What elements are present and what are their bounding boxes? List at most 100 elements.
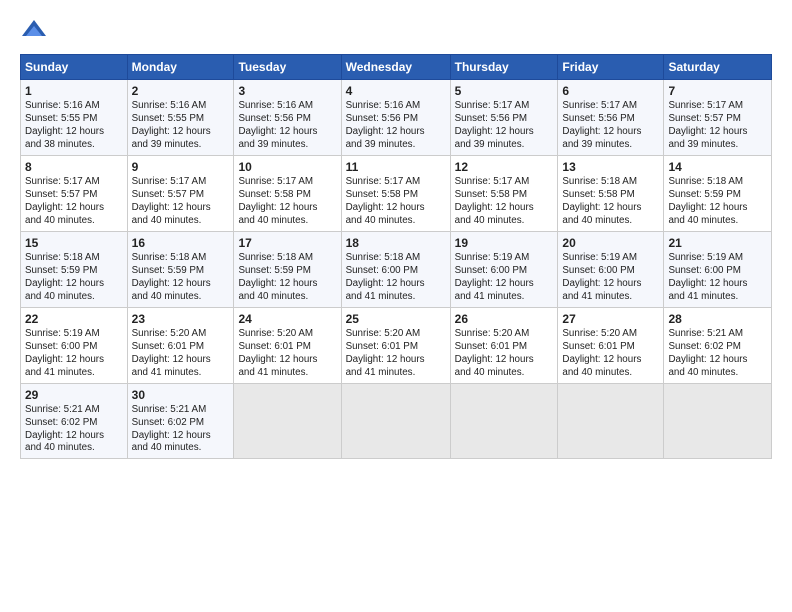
day-info: Sunrise: 5:16 AM Sunset: 5:55 PM Dayligh… (132, 100, 230, 152)
table-row: 30Sunrise: 5:21 AM Sunset: 6:02 PM Dayli… (127, 383, 234, 459)
col-sunday: Sunday (21, 55, 128, 80)
table-row: 16Sunrise: 5:18 AM Sunset: 5:59 PM Dayli… (127, 231, 234, 307)
day-number: 10 (238, 159, 336, 175)
day-number: 1 (25, 83, 123, 99)
calendar-header-row: Sunday Monday Tuesday Wednesday Thursday… (21, 55, 772, 80)
col-thursday: Thursday (450, 55, 558, 80)
day-info: Sunrise: 5:17 AM Sunset: 5:58 PM Dayligh… (455, 176, 554, 228)
day-info: Sunrise: 5:18 AM Sunset: 6:00 PM Dayligh… (346, 252, 446, 304)
table-row: 15Sunrise: 5:18 AM Sunset: 5:59 PM Dayli… (21, 231, 128, 307)
day-info: Sunrise: 5:17 AM Sunset: 5:56 PM Dayligh… (455, 100, 554, 152)
table-row: 22Sunrise: 5:19 AM Sunset: 6:00 PM Dayli… (21, 307, 128, 383)
table-row (664, 383, 772, 459)
day-info: Sunrise: 5:21 AM Sunset: 6:02 PM Dayligh… (132, 404, 230, 456)
day-info: Sunrise: 5:17 AM Sunset: 5:58 PM Dayligh… (238, 176, 336, 228)
table-row: 19Sunrise: 5:19 AM Sunset: 6:00 PM Dayli… (450, 231, 558, 307)
table-row: 18Sunrise: 5:18 AM Sunset: 6:00 PM Dayli… (341, 231, 450, 307)
day-number: 11 (346, 159, 446, 175)
page: Sunday Monday Tuesday Wednesday Thursday… (0, 0, 792, 612)
day-number: 24 (238, 311, 336, 327)
day-number: 9 (132, 159, 230, 175)
day-info: Sunrise: 5:19 AM Sunset: 6:00 PM Dayligh… (25, 328, 123, 380)
day-info: Sunrise: 5:19 AM Sunset: 6:00 PM Dayligh… (455, 252, 554, 304)
day-number: 21 (668, 235, 767, 251)
day-number: 28 (668, 311, 767, 327)
col-saturday: Saturday (664, 55, 772, 80)
table-row: 20Sunrise: 5:19 AM Sunset: 6:00 PM Dayli… (558, 231, 664, 307)
calendar-week-2: 8Sunrise: 5:17 AM Sunset: 5:57 PM Daylig… (21, 155, 772, 231)
table-row: 29Sunrise: 5:21 AM Sunset: 6:02 PM Dayli… (21, 383, 128, 459)
table-row: 17Sunrise: 5:18 AM Sunset: 5:59 PM Dayli… (234, 231, 341, 307)
table-row: 2Sunrise: 5:16 AM Sunset: 5:55 PM Daylig… (127, 80, 234, 156)
day-number: 16 (132, 235, 230, 251)
day-info: Sunrise: 5:17 AM Sunset: 5:58 PM Dayligh… (346, 176, 446, 228)
day-number: 22 (25, 311, 123, 327)
table-row: 23Sunrise: 5:20 AM Sunset: 6:01 PM Dayli… (127, 307, 234, 383)
table-row: 5Sunrise: 5:17 AM Sunset: 5:56 PM Daylig… (450, 80, 558, 156)
day-info: Sunrise: 5:16 AM Sunset: 5:56 PM Dayligh… (346, 100, 446, 152)
day-info: Sunrise: 5:17 AM Sunset: 5:56 PM Dayligh… (562, 100, 659, 152)
calendar-week-1: 1Sunrise: 5:16 AM Sunset: 5:55 PM Daylig… (21, 80, 772, 156)
day-number: 5 (455, 83, 554, 99)
day-info: Sunrise: 5:17 AM Sunset: 5:57 PM Dayligh… (25, 176, 123, 228)
day-number: 19 (455, 235, 554, 251)
col-friday: Friday (558, 55, 664, 80)
day-info: Sunrise: 5:19 AM Sunset: 6:00 PM Dayligh… (668, 252, 767, 304)
table-row: 26Sunrise: 5:20 AM Sunset: 6:01 PM Dayli… (450, 307, 558, 383)
table-row: 6Sunrise: 5:17 AM Sunset: 5:56 PM Daylig… (558, 80, 664, 156)
col-tuesday: Tuesday (234, 55, 341, 80)
day-info: Sunrise: 5:16 AM Sunset: 5:56 PM Dayligh… (238, 100, 336, 152)
table-row: 24Sunrise: 5:20 AM Sunset: 6:01 PM Dayli… (234, 307, 341, 383)
table-row: 21Sunrise: 5:19 AM Sunset: 6:00 PM Dayli… (664, 231, 772, 307)
logo-icon (20, 16, 48, 44)
table-row: 9Sunrise: 5:17 AM Sunset: 5:57 PM Daylig… (127, 155, 234, 231)
day-info: Sunrise: 5:19 AM Sunset: 6:00 PM Dayligh… (562, 252, 659, 304)
day-info: Sunrise: 5:17 AM Sunset: 5:57 PM Dayligh… (668, 100, 767, 152)
calendar-week-5: 29 Sunrise: 5:21 AM Sunset: 6:02 PM Dayli… (21, 383, 772, 459)
day-number: 15 (25, 235, 123, 251)
day-info: Sunrise: 5:17 AM Sunset: 5:57 PM Dayligh… (132, 176, 230, 228)
table-row (450, 383, 558, 459)
table-row: 3Sunrise: 5:16 AM Sunset: 5:56 PM Daylig… (234, 80, 341, 156)
logo (20, 16, 52, 44)
col-monday: Monday (127, 55, 234, 80)
day-number: 3 (238, 83, 336, 99)
table-row: 13Sunrise: 5:18 AM Sunset: 5:58 PM Dayli… (558, 155, 664, 231)
day-number: 20 (562, 235, 659, 251)
day-number: 4 (346, 83, 446, 99)
day-number: 27 (562, 311, 659, 327)
day-number: 30 (132, 387, 230, 403)
header (20, 16, 772, 44)
day-number: 25 (346, 311, 446, 327)
table-row: 14Sunrise: 5:18 AM Sunset: 5:59 PM Dayli… (664, 155, 772, 231)
table-row: 11Sunrise: 5:17 AM Sunset: 5:58 PM Dayli… (341, 155, 450, 231)
day-number: 18 (346, 235, 446, 251)
table-row: 8Sunrise: 5:17 AM Sunset: 5:57 PM Daylig… (21, 155, 128, 231)
table-row: 12Sunrise: 5:17 AM Sunset: 5:58 PM Dayli… (450, 155, 558, 231)
table-row: 1Sunrise: 5:16 AM Sunset: 5:55 PM Daylig… (21, 80, 128, 156)
day-info: Sunrise: 5:18 AM Sunset: 5:59 PM Dayligh… (238, 252, 336, 304)
day-info: Sunrise: 5:18 AM Sunset: 5:59 PM Dayligh… (132, 252, 230, 304)
day-info: Sunrise: 5:20 AM Sunset: 6:01 PM Dayligh… (132, 328, 230, 380)
day-info: Sunrise: 5:20 AM Sunset: 6:01 PM Dayligh… (562, 328, 659, 380)
day-info: Sunrise: 5:18 AM Sunset: 5:59 PM Dayligh… (25, 252, 123, 304)
table-row (558, 383, 664, 459)
table-row: 10Sunrise: 5:17 AM Sunset: 5:58 PM Dayli… (234, 155, 341, 231)
table-row (341, 383, 450, 459)
day-number: 7 (668, 83, 767, 99)
day-info: Sunrise: 5:21 AM Sunset: 6:02 PM Dayligh… (668, 328, 767, 380)
day-number: 14 (668, 159, 767, 175)
day-info: Sunrise: 5:18 AM Sunset: 5:59 PM Dayligh… (668, 176, 767, 228)
table-row: 27Sunrise: 5:20 AM Sunset: 6:01 PM Dayli… (558, 307, 664, 383)
day-info: Sunrise: 5:16 AM Sunset: 5:55 PM Dayligh… (25, 100, 123, 152)
table-row: 25Sunrise: 5:20 AM Sunset: 6:01 PM Dayli… (341, 307, 450, 383)
day-info: Sunrise: 5:20 AM Sunset: 6:01 PM Dayligh… (346, 328, 446, 380)
day-number: 17 (238, 235, 336, 251)
calendar-week-3: 15Sunrise: 5:18 AM Sunset: 5:59 PM Dayli… (21, 231, 772, 307)
day-number: 12 (455, 159, 554, 175)
day-info: Sunrise: 5:18 AM Sunset: 5:58 PM Dayligh… (562, 176, 659, 228)
day-number: 6 (562, 83, 659, 99)
day-number: 29 (25, 387, 123, 403)
table-row: 4Sunrise: 5:16 AM Sunset: 5:56 PM Daylig… (341, 80, 450, 156)
table-row (234, 383, 341, 459)
